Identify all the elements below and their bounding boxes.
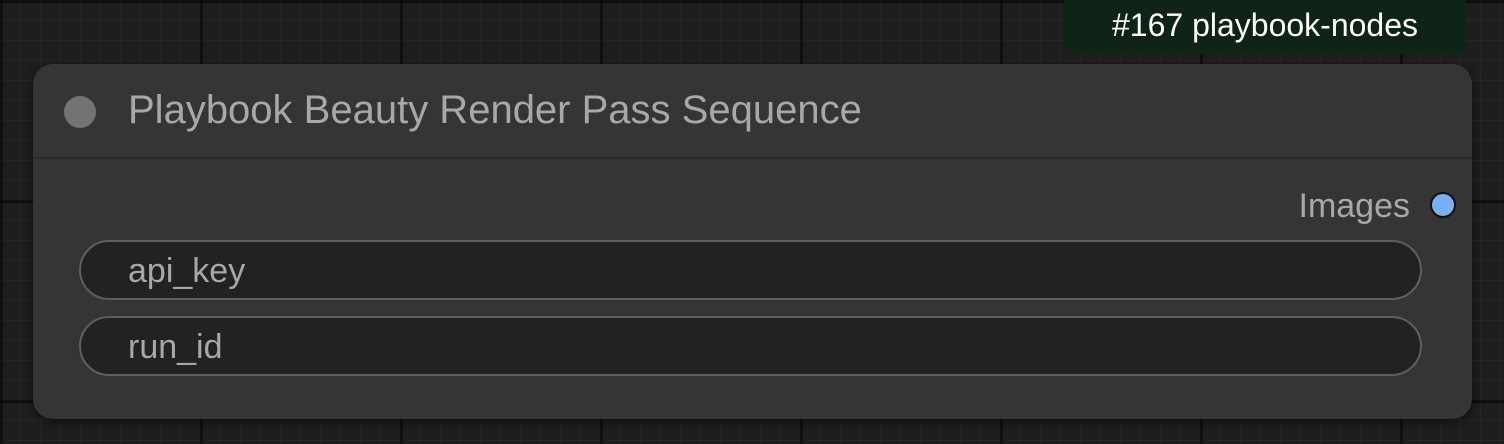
playbook-node[interactable]: Playbook Beauty Render Pass Sequence Ima… — [33, 64, 1472, 419]
api-key-input[interactable]: api_key — [79, 240, 1422, 300]
collapse-dot-icon[interactable] — [64, 96, 96, 128]
node-header[interactable]: Playbook Beauty Render Pass Sequence — [33, 64, 1472, 159]
output-images: Images — [1072, 182, 1472, 230]
output-label: Images — [1298, 187, 1411, 225]
node-id-badge: #167 playbook-nodes — [1064, 0, 1466, 54]
run-id-input[interactable]: run_id — [79, 316, 1422, 376]
widget-label: api_key — [128, 252, 246, 290]
widget-label: run_id — [128, 328, 223, 366]
node-title: Playbook Beauty Render Pass Sequence — [128, 88, 862, 132]
output-slot-icon[interactable] — [1430, 192, 1456, 218]
